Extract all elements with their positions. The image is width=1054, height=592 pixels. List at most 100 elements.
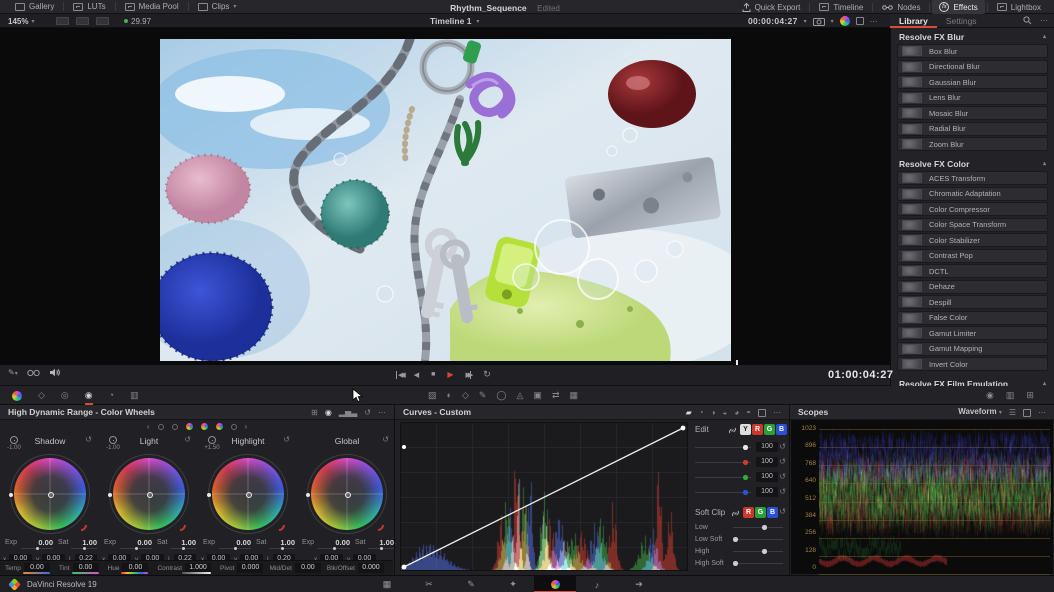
scope-settings-icon[interactable]: ☰ xyxy=(1009,405,1016,420)
fx-item[interactable]: Despill xyxy=(897,295,1048,309)
more-options-icon[interactable]: ⋯ xyxy=(378,405,386,420)
hdr-tool-icon[interactable]: ◎ xyxy=(61,386,69,405)
fx-item[interactable]: Directional Blur xyxy=(897,60,1048,74)
fx-item[interactable]: Color Stabilizer xyxy=(897,233,1048,247)
loop-icon[interactable]: ↻ xyxy=(483,369,491,380)
reset-icon[interactable]: ↺ xyxy=(382,435,389,444)
link-channels-icon[interactable] xyxy=(731,509,740,518)
scope-mode-select[interactable]: Waveform ▾ xyxy=(958,404,1002,421)
expand-icon[interactable] xyxy=(856,17,864,25)
fx-item[interactable]: Gaussian Blur xyxy=(897,75,1048,89)
power-window-circle-icon[interactable]: ◯ xyxy=(496,386,506,405)
pivot-control[interactable]: Pivot0.000 xyxy=(220,563,263,573)
window-tool-icon[interactable]: ◇ xyxy=(462,386,469,405)
page-media[interactable]: ▦ xyxy=(366,576,408,592)
media-pool-button[interactable]: Media Pool xyxy=(118,0,186,14)
channel-b-button[interactable]: B xyxy=(776,424,787,435)
fx-section-header-color[interactable]: Resolve FX Color▴ xyxy=(891,157,1054,171)
graph-mode-icon[interactable]: ▂▅▃ xyxy=(339,405,357,420)
more-options-icon[interactable]: ⋯ xyxy=(1038,405,1046,420)
y-gain-value[interactable]: 100 xyxy=(756,442,778,452)
highlight-toggle-icon[interactable]: ◉ xyxy=(986,386,994,405)
eyedropper-tool-icon[interactable]: ✎ xyxy=(479,386,487,405)
more-options-icon[interactable]: ⋯ xyxy=(773,405,781,420)
reset-icon[interactable]: ↺ xyxy=(779,472,786,481)
r-gain-value[interactable]: 100 xyxy=(756,457,778,467)
sat-slider[interactable]: 1.00 xyxy=(71,538,97,549)
reset-icon[interactable]: ↺ xyxy=(779,487,786,496)
color-wheel[interactable] xyxy=(311,458,383,530)
channel-r-button[interactable]: R xyxy=(752,424,763,435)
fx-item[interactable]: Contrast Pop xyxy=(897,249,1048,263)
low-slider[interactable] xyxy=(733,527,783,528)
fx-item[interactable]: DCTL xyxy=(897,264,1048,278)
sat-slider[interactable]: 1.00 xyxy=(170,538,196,549)
reset-icon[interactable]: ↺ xyxy=(283,435,290,444)
reset-icon[interactable]: ↺ xyxy=(779,457,786,466)
color-wheel[interactable] xyxy=(212,458,284,530)
fx-item[interactable]: Lens Blur xyxy=(897,91,1048,105)
fx-item[interactable]: False Color xyxy=(897,311,1048,325)
fx-item[interactable]: Chromatic Adaptation xyxy=(897,187,1048,201)
view-mode-single[interactable] xyxy=(56,17,73,27)
more-options-icon[interactable]: ⋯ xyxy=(870,17,878,26)
fx-item[interactable]: ACES Transform xyxy=(897,171,1048,185)
exp-slider[interactable]: 0.00 xyxy=(318,538,350,549)
scope-toggle-icon[interactable]: ▥ xyxy=(1006,386,1015,405)
color-wheels-tool-icon[interactable] xyxy=(12,391,22,401)
fx-item[interactable]: Gamut Limiter xyxy=(897,326,1048,340)
reset-icon[interactable]: ↺ xyxy=(364,405,371,420)
wheels-mode-icon[interactable]: ◉ xyxy=(325,405,332,420)
tab-settings[interactable]: Settings xyxy=(937,14,986,28)
clips-button[interactable]: Clips▾ xyxy=(191,0,244,14)
nodes-button[interactable]: Nodes xyxy=(875,0,927,14)
reset-icon[interactable]: ↺ xyxy=(779,442,786,451)
keyframe-tool-icon[interactable]: ⇄ xyxy=(552,386,560,405)
g-gain-value[interactable]: 100 xyxy=(756,472,778,482)
page-fusion[interactable]: ✦ xyxy=(492,576,534,592)
chevron-down-icon[interactable]: ▾ xyxy=(831,18,834,25)
color-wheel[interactable] xyxy=(113,458,185,530)
blur-tool-icon[interactable]: ▣ xyxy=(533,386,542,405)
softclip-b-button[interactable]: B xyxy=(767,507,778,518)
r-gain-slider[interactable] xyxy=(695,462,751,463)
low-soft-slider[interactable] xyxy=(733,539,783,540)
more-options-icon[interactable]: ⋯ xyxy=(1040,16,1048,25)
view-mode-split[interactable] xyxy=(76,17,93,27)
custom-curve-mode-icon[interactable]: ▰ xyxy=(686,405,692,420)
color-wheel[interactable] xyxy=(14,458,86,530)
b-gain-slider[interactable] xyxy=(695,492,751,493)
stop-icon[interactable]: ■ xyxy=(431,371,435,378)
fx-item[interactable]: Mosaic Blur xyxy=(897,106,1048,120)
lum-vs-sat-icon[interactable]: ◕ xyxy=(734,405,739,420)
tracker-tool-icon[interactable]: ◬ xyxy=(517,386,524,405)
split-screen-icon[interactable]: ⊞ xyxy=(1026,386,1034,405)
black-offset-control[interactable]: Blk/Offset0.000 xyxy=(327,563,384,573)
audio-mute-icon[interactable] xyxy=(49,368,60,377)
effects-button[interactable]: fxEffects xyxy=(932,0,984,14)
softclip-r-button[interactable]: R xyxy=(743,507,754,518)
page-cut[interactable]: ✂ xyxy=(408,576,450,592)
contrast-control[interactable]: Contrast1.000 xyxy=(157,563,214,573)
go-to-end-icon[interactable]: ▶▶ xyxy=(466,371,472,379)
fx-item[interactable]: Invert Color xyxy=(897,357,1048,371)
stills-tool-icon[interactable]: ▦ xyxy=(569,386,578,405)
go-to-start-icon[interactable]: ◀◀ xyxy=(396,371,402,379)
b-gain-value[interactable]: 100 xyxy=(756,487,778,497)
high-slider[interactable] xyxy=(733,551,783,552)
luts-button[interactable]: LUTs xyxy=(66,0,112,14)
sat-slider[interactable]: 1.00 xyxy=(269,538,295,549)
fx-item[interactable]: Box Blur xyxy=(897,44,1048,58)
page-fairlight[interactable]: ♪ xyxy=(576,576,618,592)
fx-item[interactable]: Dehaze xyxy=(897,280,1048,294)
reset-icon[interactable]: ↺ xyxy=(779,507,786,516)
exp-slider[interactable]: 0.00 xyxy=(219,538,251,549)
step-back-icon[interactable]: ◀ xyxy=(414,371,419,379)
chevron-down-icon[interactable]: ▾ xyxy=(804,18,807,25)
temp-control[interactable]: Temp0.00 xyxy=(5,563,53,573)
proxy-glasses-icon[interactable] xyxy=(27,369,40,377)
zoom-select[interactable]: 145%▾ xyxy=(2,14,40,28)
hue-vs-hue-icon[interactable]: ◔ xyxy=(699,405,704,420)
qualifier-tool-icon[interactable]: ◐ xyxy=(447,386,452,405)
channel-g-button[interactable]: G xyxy=(764,424,775,435)
